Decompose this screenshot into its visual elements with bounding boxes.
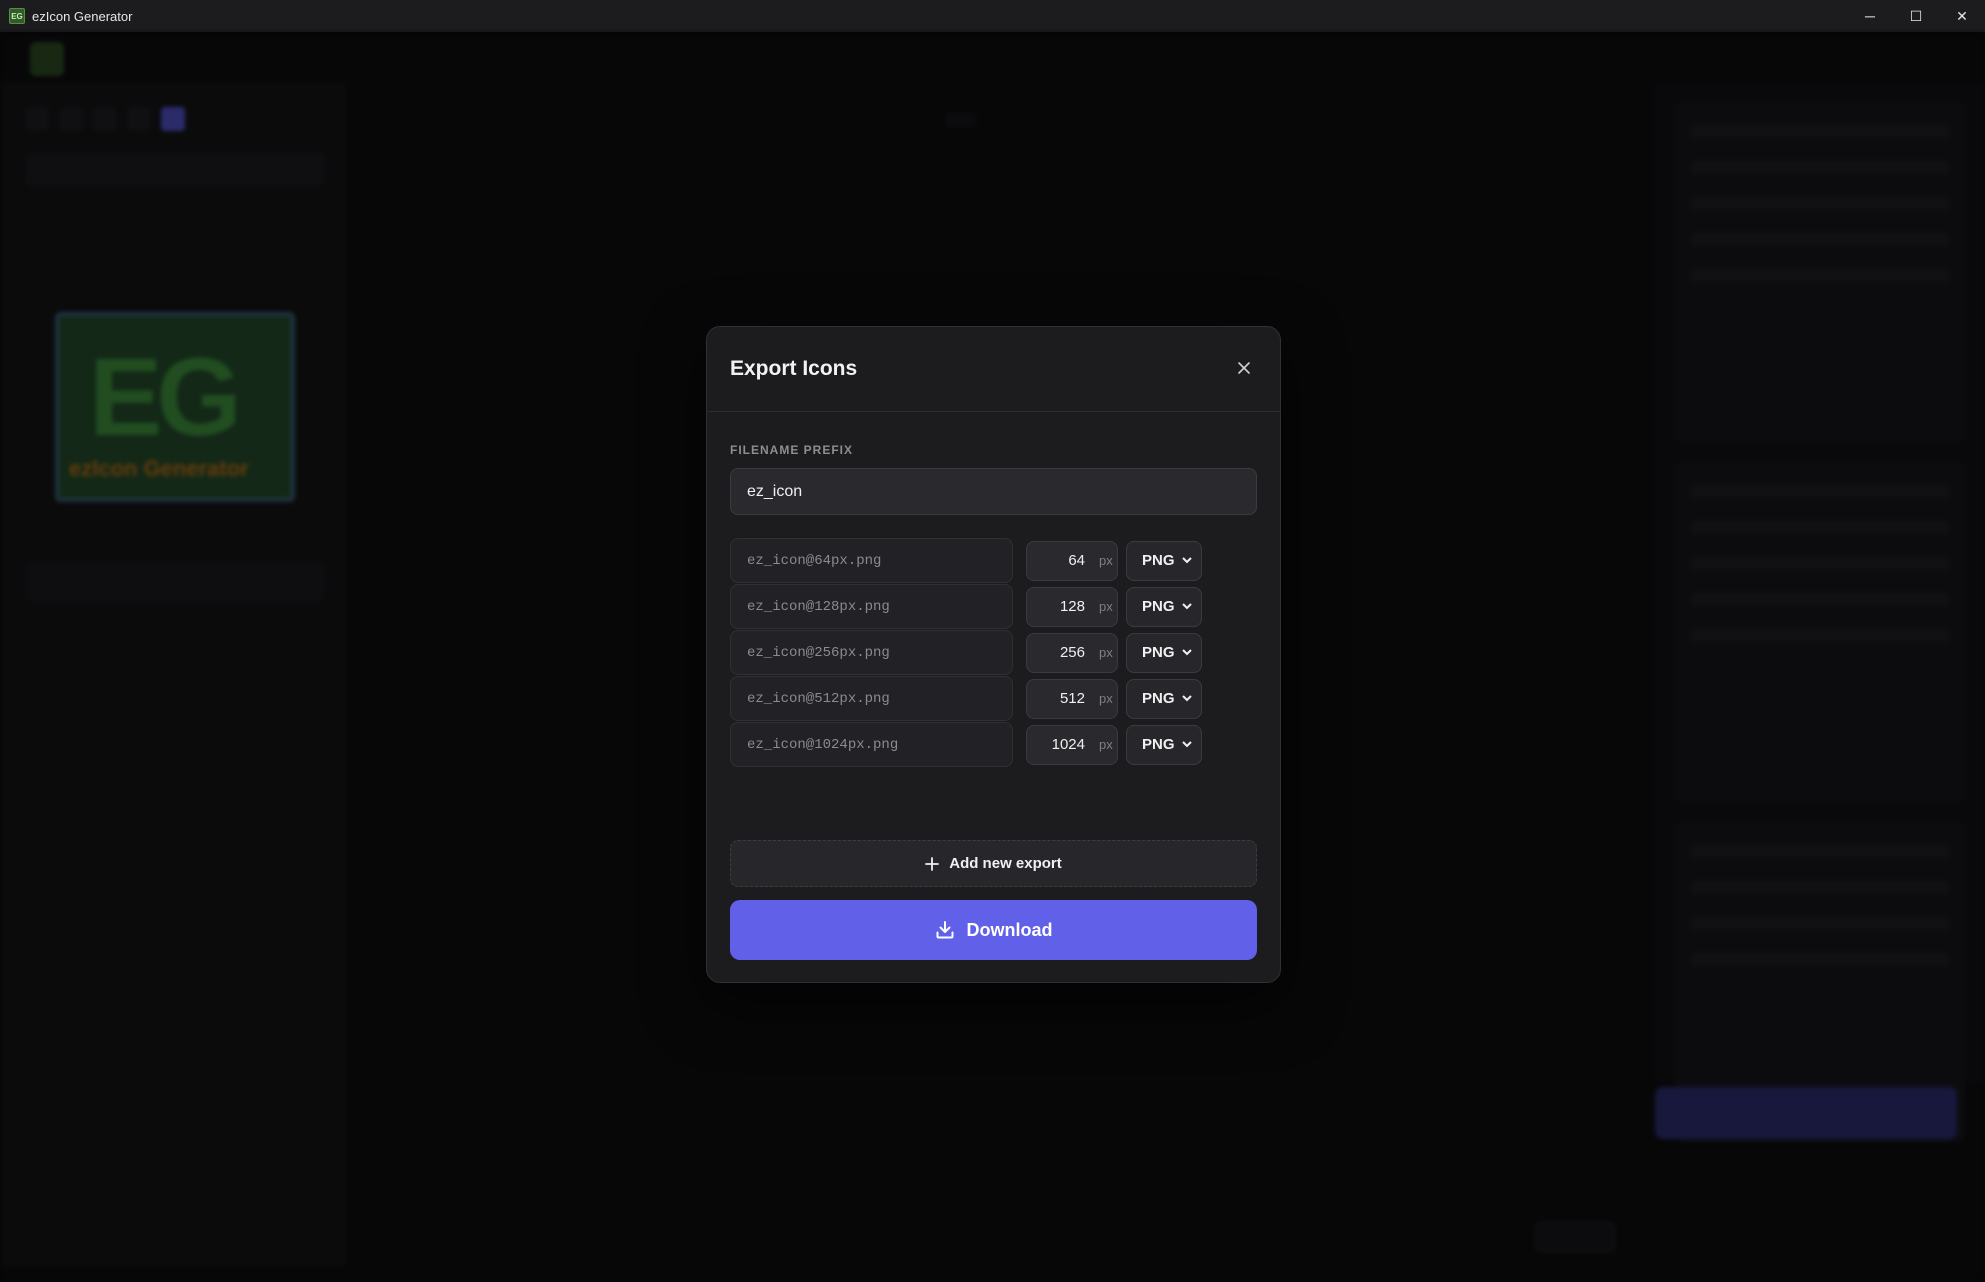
chevron-down-icon <box>1182 740 1192 747</box>
export-format-select[interactable]: PNG <box>1126 540 1202 581</box>
download-label: Download <box>966 919 1053 940</box>
export-format-value: PNG <box>1142 690 1175 707</box>
export-size-input[interactable]: 1024 px <box>1026 724 1118 765</box>
export-size-input[interactable]: 64 px <box>1026 540 1118 581</box>
export-size-unit: px <box>1099 553 1113 568</box>
export-filename: ez_icon@256px.png <box>730 630 1013 675</box>
download-button[interactable]: Download <box>730 900 1257 960</box>
chevron-down-icon <box>1182 556 1192 563</box>
chevron-down-icon <box>1182 694 1192 701</box>
export-size-value: 1024 <box>1051 736 1085 753</box>
export-size-input[interactable]: 256 px <box>1026 632 1118 673</box>
export-format-select[interactable]: PNG <box>1126 724 1202 765</box>
window-title: ezIcon Generator <box>32 8 133 24</box>
export-format-value: PNG <box>1142 736 1175 753</box>
minimize-button[interactable]: ─ <box>1847 0 1893 32</box>
app-icon: EG <box>9 8 25 24</box>
export-size-unit: px <box>1099 691 1113 706</box>
export-row: ez_icon@1024px.png 1024 px PNG <box>730 722 1202 767</box>
dialog-title: Export Icons <box>730 357 858 380</box>
close-window-button[interactable]: ✕ <box>1939 0 1985 32</box>
export-format-value: PNG <box>1142 598 1175 615</box>
export-size-unit: px <box>1099 737 1113 752</box>
chevron-down-icon <box>1182 602 1192 609</box>
filename-prefix-input[interactable] <box>730 468 1257 515</box>
window-titlebar: EG ezIcon Generator ─ ☐ ✕ <box>0 0 1985 32</box>
chevron-down-icon <box>1182 648 1192 655</box>
export-icons-dialog: Export Icons FILENAME PREFIX ez_icon@64p… <box>706 326 1281 983</box>
export-row: ez_icon@64px.png 64 px PNG <box>730 538 1202 583</box>
close-dialog-button[interactable] <box>1232 356 1256 380</box>
export-size-value: 128 <box>1059 598 1085 615</box>
export-format-value: PNG <box>1142 644 1175 661</box>
add-new-export-label: Add new export <box>949 855 1062 872</box>
export-row: ez_icon@256px.png 256 px PNG <box>730 630 1202 675</box>
export-size-value: 512 <box>1059 690 1085 707</box>
export-filename: ez_icon@512px.png <box>730 676 1013 721</box>
maximize-button[interactable]: ☐ <box>1893 0 1939 32</box>
export-size-input[interactable]: 128 px <box>1026 586 1118 627</box>
plus-icon <box>925 856 940 871</box>
add-new-export-button[interactable]: Add new export <box>730 840 1257 887</box>
export-row: ez_icon@128px.png 128 px PNG <box>730 584 1202 629</box>
export-row: ez_icon@512px.png 512 px PNG <box>730 676 1202 721</box>
window-controls: ─ ☐ ✕ <box>1847 0 1985 32</box>
download-icon <box>936 921 953 939</box>
close-icon <box>1238 362 1250 374</box>
export-size-unit: px <box>1099 599 1113 614</box>
export-size-input[interactable]: 512 px <box>1026 678 1118 719</box>
export-size-value: 256 <box>1059 644 1085 661</box>
export-format-select[interactable]: PNG <box>1126 632 1202 673</box>
export-filename: ez_icon@1024px.png <box>730 722 1013 767</box>
dialog-header: Export Icons <box>707 327 1280 412</box>
export-format-select[interactable]: PNG <box>1126 678 1202 719</box>
export-size-value: 64 <box>1068 552 1085 569</box>
export-filename: ez_icon@128px.png <box>730 584 1013 629</box>
export-filename: ez_icon@64px.png <box>730 538 1013 583</box>
export-size-unit: px <box>1099 645 1113 660</box>
filename-prefix-label: FILENAME PREFIX <box>730 443 854 457</box>
export-format-value: PNG <box>1142 552 1175 569</box>
export-format-select[interactable]: PNG <box>1126 586 1202 627</box>
